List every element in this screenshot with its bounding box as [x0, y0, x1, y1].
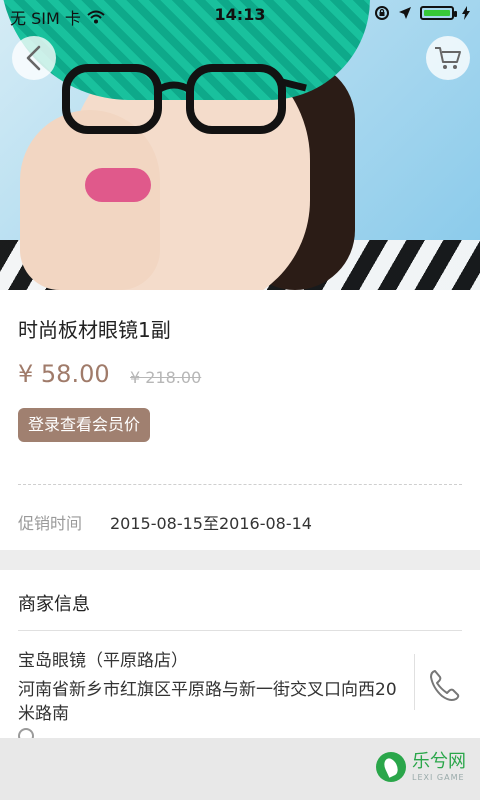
watermark-sub: LEXI GAME — [412, 772, 465, 782]
watermark-text: 乐兮网 LEXI GAME — [412, 750, 466, 782]
dashed-divider — [18, 484, 462, 485]
rotation-lock-icon — [375, 6, 389, 20]
back-icon — [26, 45, 41, 71]
product-info-card: 时尚板材眼镜1副 ¥ 58.00 ¥ 218.00 登录查看会员价 促销时间 2… — [0, 290, 480, 550]
watermark-logo-icon — [376, 752, 406, 782]
location-arrow-icon — [399, 7, 411, 19]
phone-icon[interactable] — [426, 666, 464, 704]
phone-separator — [414, 654, 415, 710]
bottom-bar: 乐兮网 LEXI GAME — [0, 738, 480, 800]
status-right — [374, 5, 470, 21]
watermark-main: 乐兮网 — [412, 750, 466, 772]
merchant-section-title: 商家信息 — [18, 594, 90, 615]
product-hero-image — [0, 0, 480, 290]
member-price-login-button[interactable]: 登录查看会员价 — [18, 408, 151, 442]
current-price: ¥ 58.00 — [18, 360, 110, 388]
promo-time-value: 2015-08-15至2016-08-14 — [110, 514, 312, 533]
status-bar: 无 SIM 卡 14:13 — [0, 0, 480, 30]
merchant-divider — [18, 630, 462, 631]
hero-lips — [85, 168, 151, 202]
watermark: 乐兮网 LEXI GAME — [376, 752, 466, 782]
hero-glasses — [62, 64, 307, 134]
product-title: 时尚板材眼镜1副 — [18, 318, 171, 342]
back-button[interactable] — [12, 36, 56, 80]
store-address: 河南省新乡市红旗区平原路与新一街交叉口向西20米路南 — [18, 680, 397, 724]
store-name[interactable]: 宝岛眼镜（平原路店） — [18, 646, 188, 671]
original-price: ¥ 218.00 — [130, 368, 202, 387]
charging-icon — [462, 6, 470, 20]
merchant-info-section: 商家信息 宝岛眼镜（平原路店） 河南省新乡市红旗区平原路与新一街交叉口向西20米… — [0, 570, 480, 744]
promo-time-label: 促销时间 — [18, 514, 83, 533]
battery-icon — [420, 6, 457, 20]
cart-button[interactable] — [426, 36, 470, 80]
cart-icon — [435, 47, 461, 69]
